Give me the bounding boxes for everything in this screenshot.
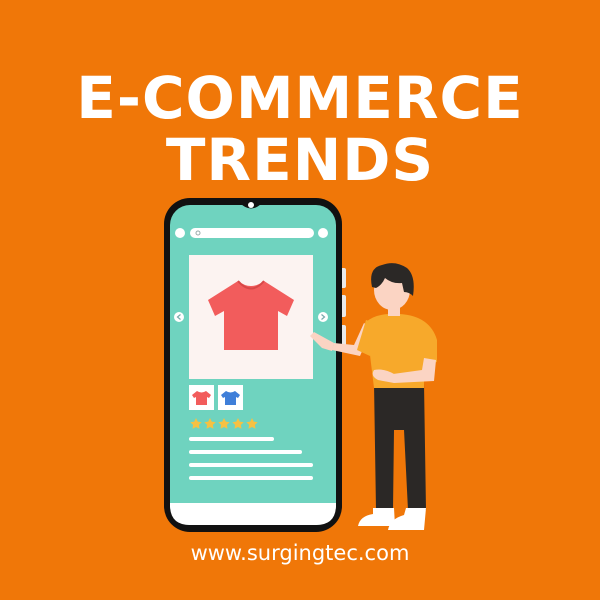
- website-url: www.surgingtec.com: [190, 541, 410, 565]
- carousel-prev-button: [174, 312, 184, 322]
- search-bar: [175, 228, 328, 238]
- thumbnail-red: [189, 385, 214, 410]
- cart-dot-icon: [318, 228, 328, 238]
- menu-dot-icon: [175, 228, 185, 238]
- ecommerce-illustration: [164, 198, 437, 532]
- thumbnail-blue: [218, 385, 243, 410]
- camera-icon: [248, 202, 254, 208]
- carousel-next-button: [318, 312, 328, 322]
- search-input: [190, 228, 314, 238]
